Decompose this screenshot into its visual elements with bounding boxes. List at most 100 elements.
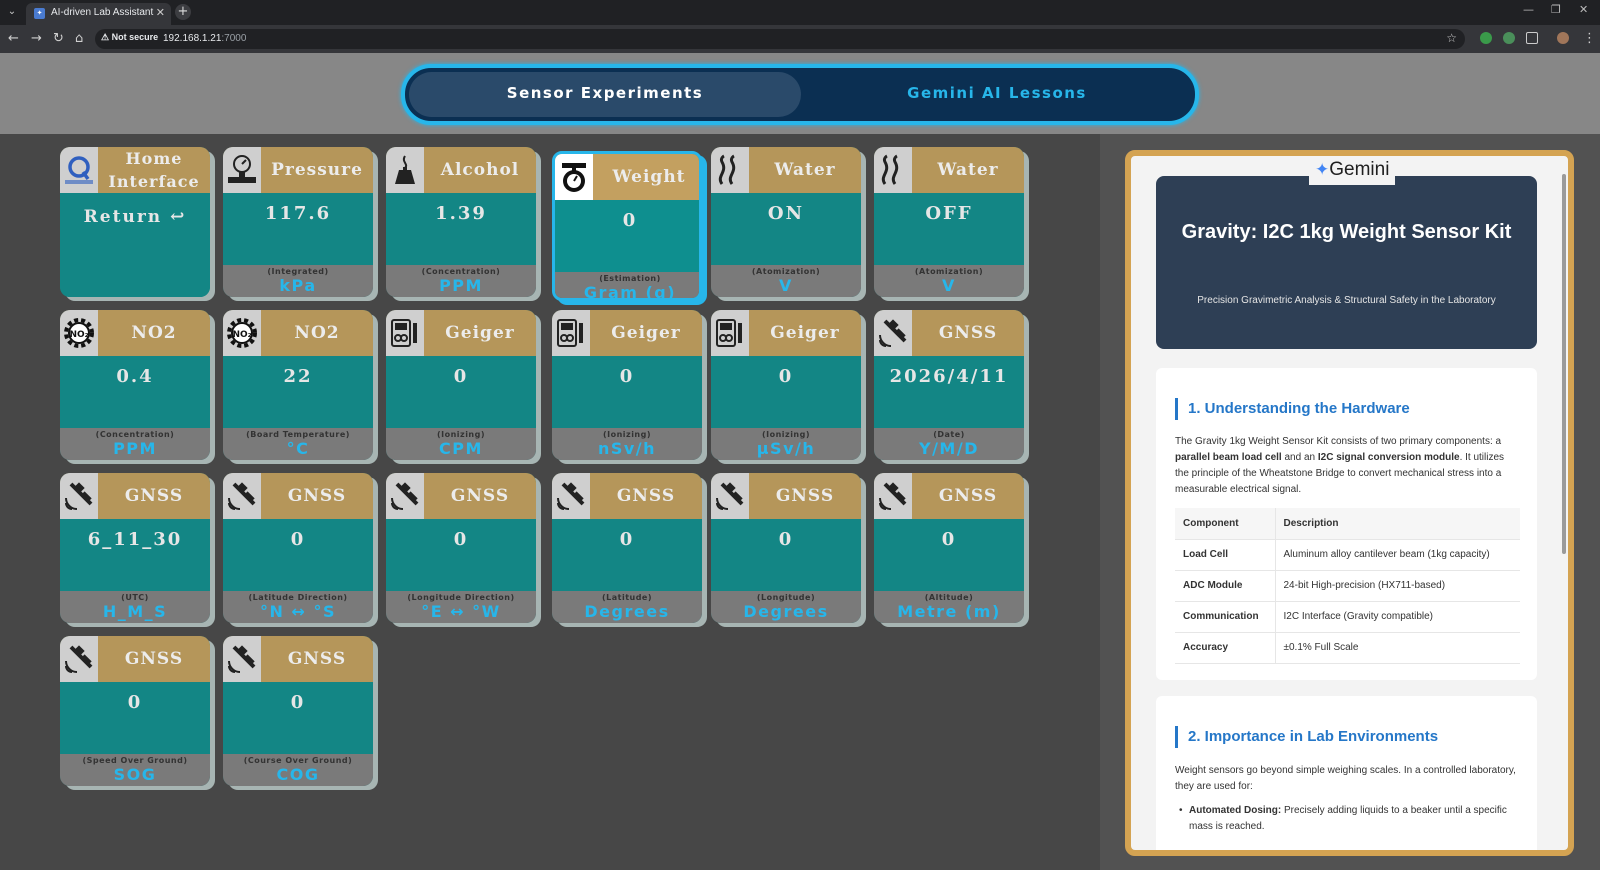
url-text: 192.168.1.21:7000	[163, 33, 247, 44]
url-field[interactable]: ⚠ Not secure 192.168.1.21:7000 ☆	[95, 29, 1465, 49]
sensor-card[interactable]: GNSS 0 (Latitude Direction) °N ↔ °S	[223, 473, 378, 627]
card-body: Pressure 117.6 (Integrated) kPa	[223, 147, 373, 297]
card-value: 0	[453, 366, 469, 387]
profile-avatar[interactable]	[1557, 32, 1569, 44]
back-icon[interactable]: ←	[8, 31, 19, 47]
card-footer: (Ionizing) μSv/h	[711, 428, 861, 460]
sensor-card[interactable]: GNSS 6_11_30 (UTC) H_M_S	[60, 473, 215, 627]
satellite-icon	[874, 310, 912, 356]
sensor-card[interactable]: GNSS 2026/4/11 (Date) Y/M/D	[874, 310, 1029, 464]
sensor-card[interactable]: GNSS 0 (Latitude) Degrees	[552, 473, 707, 627]
close-window-icon[interactable]: ✕	[1579, 3, 1588, 16]
card-header: Alcohol	[386, 147, 536, 193]
card-header: Water	[711, 147, 861, 193]
card-title: NO2	[294, 323, 340, 343]
card-body: GNSS 0 (Longitude) Degrees	[711, 473, 861, 623]
card-subtitle: (Speed Over Ground)	[82, 756, 188, 765]
browser-tab[interactable]: ✦ AI-driven Lab Assistant ✕	[26, 3, 171, 25]
card-value: 117.6	[264, 203, 332, 224]
card-title: GNSS	[124, 649, 184, 669]
sensor-card[interactable]: Pressure 117.6 (Integrated) kPa	[223, 147, 378, 301]
card-footer: (Speed Over Ground) SOG	[60, 754, 210, 786]
sensor-card[interactable]: Geiger 0 (Ionizing) CPM	[386, 310, 541, 464]
sensor-card[interactable]: Alcohol 1.39 (Concentration) PPM	[386, 147, 541, 301]
card-value: 0	[290, 692, 306, 713]
minimize-icon[interactable]: —	[1523, 3, 1534, 16]
tab-favicon-icon: ✦	[34, 8, 45, 19]
card-value: Return ↩	[83, 207, 187, 227]
card-subtitle: (Estimation)	[599, 274, 661, 283]
browser-menu-icon[interactable]: ⋮	[1583, 31, 1596, 47]
satellite-icon	[223, 473, 261, 519]
section-heading: 2. Importance in Lab Environments	[1175, 726, 1438, 748]
bookmark-star-icon[interactable]: ☆	[1446, 31, 1457, 45]
card-subtitle: (Concentration)	[421, 267, 501, 276]
card-footer: (Estimation) Gram (g)	[555, 272, 699, 298]
sensor-card[interactable]: GNSS 0 (Course Over Ground) COG	[223, 636, 378, 790]
no2-gear-icon: NO₂	[223, 310, 261, 356]
sensor-card[interactable]: NO₂ NO2 0.4 (Concentration) PPM	[60, 310, 215, 464]
sensor-card[interactable]: Weight 0 (Estimation) Gram (g)	[552, 151, 707, 305]
card-value: 0	[290, 529, 306, 550]
tab-sensor-experiments[interactable]: Sensor Experiments	[409, 84, 801, 102]
card-footer: (Ionizing) nSv/h	[552, 428, 702, 460]
sensor-card[interactable]: Water OFF (Atomization) V	[874, 147, 1029, 301]
card-title: Home Interface	[108, 149, 200, 191]
geiger-counter-icon	[711, 310, 749, 356]
section-paragraph: The Gravity 1kg Weight Sensor Kit consis…	[1175, 436, 1505, 495]
mode-switcher: Sensor Experiments Gemini AI Lessons	[401, 64, 1199, 125]
not-secure-badge[interactable]: ⚠ Not secure	[101, 32, 158, 43]
restore-icon[interactable]: ❐	[1551, 3, 1561, 16]
card-value: 0	[619, 529, 635, 550]
card-unit: SOG	[113, 765, 157, 784]
new-tab-button[interactable]: +	[175, 4, 191, 20]
sensor-card[interactable]: GNSS 0 (Longitude Direction) °E ↔ °W	[386, 473, 541, 627]
card-value: 2026/4/11	[889, 366, 1009, 387]
table-cell: Load Cell	[1175, 539, 1276, 571]
steam-icon	[711, 147, 749, 193]
sensor-card[interactable]: Water ON (Atomization) V	[711, 147, 866, 301]
card-title: Geiger	[445, 323, 515, 343]
sensor-card[interactable]: NO₂ NO2 22 (Board Temperature) °C	[223, 310, 378, 464]
card-header: GNSS	[386, 473, 536, 519]
card-footer: (Altitude) Metre (m)	[874, 591, 1024, 623]
sensor-card[interactable]: GNSS 0 (Altitude) Metre (m)	[874, 473, 1029, 627]
sensor-card[interactable]: GNSS 0 (Speed Over Ground) SOG	[60, 636, 215, 790]
tab-close-icon[interactable]: ✕	[156, 6, 165, 19]
card-subtitle: (Concentration)	[95, 430, 175, 439]
lesson-scrollbar[interactable]	[1562, 174, 1566, 554]
sensor-card[interactable]: Geiger 0 (Ionizing) μSv/h	[711, 310, 866, 464]
extension-shield-icon[interactable]	[1480, 32, 1492, 44]
card-body: NO₂ NO2 22 (Board Temperature) °C	[223, 310, 373, 460]
extension-g-icon[interactable]	[1503, 32, 1515, 44]
card-header: NO₂ NO2	[60, 310, 210, 356]
tab-gemini-ai-lessons[interactable]: Gemini AI Lessons	[801, 84, 1193, 102]
satellite-icon	[60, 636, 98, 682]
sensor-card[interactable]: Home Interface Return ↩	[60, 147, 215, 301]
card-subtitle: (Ionizing)	[761, 430, 811, 439]
card-subtitle: (Longitude)	[756, 593, 816, 602]
table-row: Load Cell Aluminum alloy cantilever beam…	[1175, 539, 1520, 571]
section-paragraph: Weight sensors go beyond simple weighing…	[1175, 765, 1516, 792]
card-header: Home Interface	[60, 147, 210, 193]
card-unit: Metre (m)	[897, 602, 1001, 621]
card-header: Pressure	[223, 147, 373, 193]
tab-title: AI-driven Lab Assistant	[51, 7, 154, 18]
card-title: Alcohol	[440, 160, 520, 180]
card-footer: (Longitude) Degrees	[711, 591, 861, 623]
card-subtitle: (Ionizing)	[436, 430, 486, 439]
sensor-card[interactable]: GNSS 0 (Longitude) Degrees	[711, 473, 866, 627]
sensor-card[interactable]: Geiger 0 (Ionizing) nSv/h	[552, 310, 707, 464]
card-body: Geiger 0 (Ionizing) μSv/h	[711, 310, 861, 460]
table-cell: Communication	[1175, 601, 1276, 633]
card-header: Geiger	[711, 310, 861, 356]
forward-icon[interactable]: →	[31, 31, 42, 47]
card-footer: (Atomization) V	[711, 265, 861, 297]
reload-icon[interactable]: ↻	[53, 31, 64, 47]
table-cell: Aluminum alloy cantilever beam (1kg capa…	[1275, 539, 1520, 571]
gemini-spark-icon: ✦	[1315, 160, 1330, 179]
extensions-puzzle-icon[interactable]	[1526, 32, 1538, 44]
home-icon[interactable]: ⌂	[75, 31, 83, 47]
card-header: GNSS	[552, 473, 702, 519]
tab-search-icon[interactable]: ⌄	[4, 4, 20, 20]
